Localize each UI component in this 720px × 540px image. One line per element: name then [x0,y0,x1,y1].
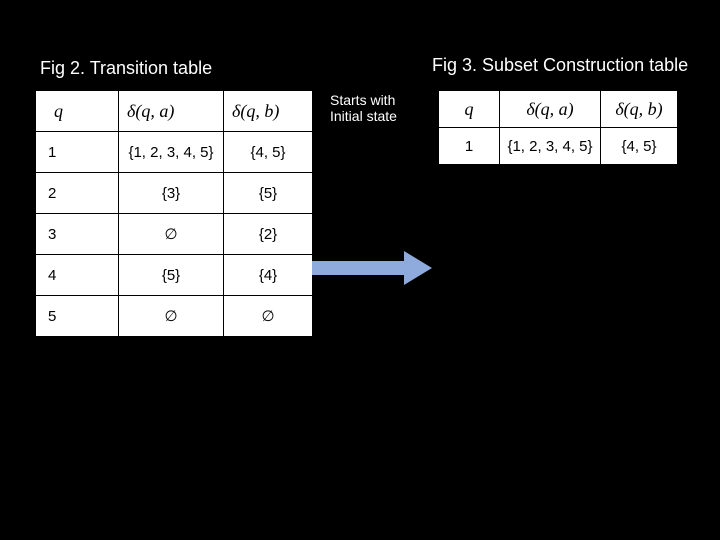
col-db: δ(q, b) [224,91,313,132]
empty-cell [601,313,678,350]
cell: {4, 5} [601,128,678,165]
empty-cell [439,165,500,202]
empty-cell [500,461,601,498]
empty-cell [601,424,678,461]
note-line-2: Initial state [330,108,397,124]
empty-cell [601,202,678,239]
empty-cell [500,350,601,387]
table-row-empty [439,350,678,387]
cell: 1 [439,128,500,165]
empty-cell [500,239,601,276]
cell: {1, 2, 3, 4, 5} [500,128,601,165]
col-da: δ(q, a) [500,91,601,128]
empty-cell [500,165,601,202]
cell: ∅ [224,296,313,337]
table-row-empty [439,239,678,276]
cell: {5} [224,173,313,214]
empty-cell [500,424,601,461]
empty-cell [500,276,601,313]
empty-cell [439,313,500,350]
empty-cell [601,350,678,387]
col-q: q [36,91,119,132]
empty-cell [439,387,500,424]
cell: {5} [119,255,224,296]
cell: 2 [36,173,119,214]
cell: {4} [224,255,313,296]
table-row-empty [439,313,678,350]
empty-cell [439,276,500,313]
note-line-1: Starts with [330,92,395,108]
table-row-empty [439,276,678,313]
col-q: q [439,91,500,128]
empty-cell [601,165,678,202]
empty-cell [601,387,678,424]
empty-cell [500,313,601,350]
table-row-empty [439,461,678,498]
empty-cell [439,461,500,498]
table-row: 4{5}{4} [36,255,313,296]
empty-cell [439,202,500,239]
cell: 3 [36,214,119,255]
cell: {2} [224,214,313,255]
col-db: δ(q, b) [601,91,678,128]
caption-left: Fig 2. Transition table [40,58,212,79]
cell: 5 [36,296,119,337]
cell: 1 [36,132,119,173]
empty-cell [439,424,500,461]
subset-construction-table: q δ(q, a) δ(q, b) 1{1, 2, 3, 4, 5}{4, 5} [438,90,678,498]
cell: ∅ [119,214,224,255]
table-row-empty [439,387,678,424]
table-row: 5∅∅ [36,296,313,337]
table-row: 1{1, 2, 3, 4, 5}{4, 5} [36,132,313,173]
table-row: 1{1, 2, 3, 4, 5}{4, 5} [439,128,678,165]
empty-cell [439,239,500,276]
starts-with-note: Starts with Initial state [330,92,430,124]
cell: {1, 2, 3, 4, 5} [119,132,224,173]
table-row-empty [439,202,678,239]
col-da: δ(q, a) [119,91,224,132]
caption-right: Fig 3. Subset Construction table [432,55,688,76]
table-header-row: q δ(q, a) δ(q, b) [439,91,678,128]
table-row-empty [439,165,678,202]
cell: 4 [36,255,119,296]
table-row: 3∅{2} [36,214,313,255]
empty-cell [500,202,601,239]
transition-table: q δ(q, a) δ(q, b) 1{1, 2, 3, 4, 5}{4, 5}… [35,90,313,337]
table-row: 2{3}{5} [36,173,313,214]
empty-cell [439,350,500,387]
empty-cell [601,461,678,498]
arrow-icon [312,248,432,293]
cell: {4, 5} [224,132,313,173]
table-row-empty [439,424,678,461]
table-header-row: q δ(q, a) δ(q, b) [36,91,313,132]
empty-cell [601,239,678,276]
empty-cell [500,387,601,424]
cell: ∅ [119,296,224,337]
cell: {3} [119,173,224,214]
empty-cell [601,276,678,313]
